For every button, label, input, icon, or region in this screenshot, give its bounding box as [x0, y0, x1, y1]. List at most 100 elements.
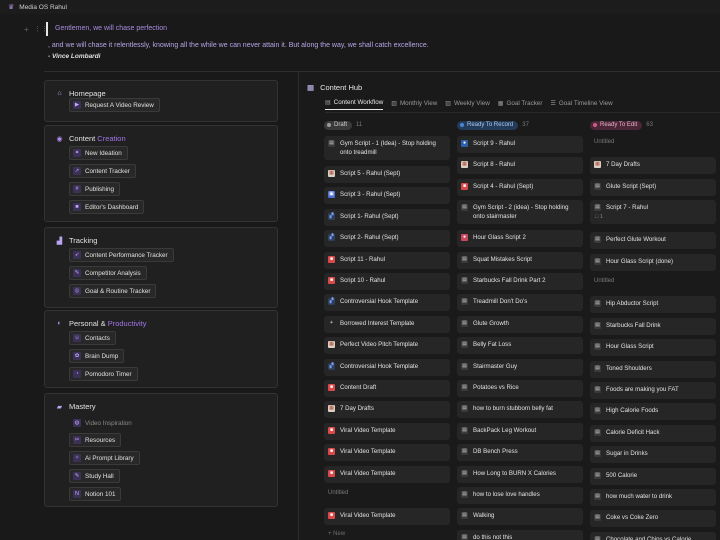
sidebar-item-contacts[interactable]: ☺ Contacts	[69, 331, 116, 345]
sidebar-item-new-ideation[interactable]: ✦ New Ideation	[69, 146, 128, 160]
content-title-accent: Creation	[97, 134, 126, 143]
ai-icon: ✧	[73, 454, 81, 462]
board-card[interactable]: ▤ Toned Shoulders	[590, 360, 716, 378]
board-card[interactable]: ■ Viral Video Template	[324, 465, 450, 483]
board-card[interactable]: ▤ Squat Mistakes Script	[457, 251, 583, 269]
board-card[interactable]: ▦ Perfect Video Pitch Template	[324, 337, 450, 355]
column-header[interactable]: Draft 11	[324, 120, 450, 130]
board-card[interactable]: ▤ Coke vs Coke Zero	[590, 510, 716, 528]
new-card-button[interactable]: + New	[328, 531, 345, 537]
board-card[interactable]: ▣ Script 3 - Rahul (Sept)	[324, 187, 450, 205]
board-card[interactable]: ▤ DB Bench Press	[457, 444, 583, 462]
sidebar-item-competitor-analysis[interactable]: ✎ Competitor Analysis	[69, 266, 147, 280]
board-card[interactable]: ▦ Script 5 - Rahul (Sept)	[324, 166, 450, 183]
tab-monthly-view[interactable]: ▥ Monthly View	[391, 99, 437, 110]
board-card[interactable]: ▤ Glute Growth	[457, 315, 583, 333]
board-card[interactable]: ■ Script 10 - Rahul	[324, 273, 450, 290]
board-card[interactable]: ▞ Controversial Hook Template	[324, 294, 450, 312]
board-card[interactable]: ▤ Starbucks Fall Drink	[590, 317, 716, 335]
board-card[interactable]: ▤ Gym Script - 2 (idea) - Stop holding on…	[457, 200, 583, 225]
mastery-heading[interactable]: ▰ Mastery	[55, 402, 96, 411]
sidebar-item-goal-routine-tracker[interactable]: ◎ Goal & Routine Tracker	[69, 284, 157, 298]
board-card[interactable]: ✦ Borrowed Interest Template	[324, 315, 450, 333]
calendar-grid-icon: ▦	[307, 83, 315, 92]
content-creation-heading[interactable]: ◉ Content Creation	[55, 134, 126, 143]
board-card[interactable]: ▤ Hour Glass Script	[590, 339, 716, 357]
board-card[interactable]: ▤ Calorie Deficit Hack	[590, 424, 716, 442]
board-card[interactable]: ▤ Hour Glass Script (done)	[590, 253, 716, 271]
column-header[interactable]: Ready To Edit 63	[590, 120, 716, 130]
untitled-card[interactable]: Untitled	[594, 278, 614, 284]
board-card[interactable]: ▤ how much water to drink	[590, 489, 716, 506]
board-card[interactable]: ▤ Walking	[457, 508, 583, 526]
sidebar-item-video-inspiration[interactable]: ◍ Video Inspiration	[69, 416, 138, 430]
board-card[interactable]: ▞ Controversial Hook Template	[324, 358, 450, 376]
board-card[interactable]: ■ Viral Video Template	[324, 422, 450, 440]
board-card[interactable]: ▤ do this not this	[457, 529, 583, 540]
sidebar-item-ai-prompt-library[interactable]: ✧ Ai Prompt Library	[69, 451, 140, 465]
sidebar-item-resources[interactable]: ✂ Resources	[69, 433, 122, 447]
board-card[interactable]: ▤ Potatoes vs Rice	[457, 380, 583, 397]
sidebar-item-notion-101[interactable]: N Notion 101	[69, 487, 122, 501]
board-card[interactable]: ▤ BackPack Leg Workout	[457, 422, 583, 440]
board-card[interactable]: ■ Viral Video Template	[324, 444, 450, 462]
sidebar-item-editors-dashboard[interactable]: ■ Editor's Dashboard	[69, 200, 145, 214]
board-card[interactable]: ▤ Gym Script - 1 (Idea) - Stop holding on…	[324, 136, 450, 160]
board-card[interactable]: ▦ 7 Day Drafts	[590, 157, 716, 175]
board-card[interactable]: ■ Script 4 - Rahul (Sept)	[457, 178, 583, 196]
card-title: 7 Day Drafts	[340, 405, 374, 413]
add-block-icon[interactable]: +	[24, 25, 29, 34]
board-card[interactable]: ▤ Stairmaster Guy	[457, 358, 583, 376]
personal-productivity-heading[interactable]: ◐ Personal & Productivity	[55, 319, 146, 328]
tab-goal-tracker[interactable]: ▦ Goal Tracker	[498, 99, 543, 110]
board-card[interactable]: ▦ 7 Day Drafts	[324, 401, 450, 419]
sidebar-item-request-video-review[interactable]: ▶ Request A Video Review	[69, 98, 160, 112]
board-card[interactable]: ▤ Foods are making you FAT	[590, 382, 716, 399]
board-card[interactable]: ● Script 9 - Rahul	[457, 136, 583, 153]
board-card[interactable]: ▤ Glute Script (Sept)	[590, 178, 716, 196]
tab-content-workflow[interactable]: ▤ Content Workflow	[325, 99, 384, 110]
sidebar-item-label: Content Tracker	[85, 167, 130, 175]
board-card[interactable]: ▤ Hip Abductor Script	[590, 296, 716, 314]
homepage-heading[interactable]: ⌂ Homepage	[55, 89, 105, 98]
board-card[interactable]: ▤ Starbucks Fall Drink Part 2	[457, 273, 583, 290]
board-card[interactable]: ▤ how to burn stubborn belly fat	[457, 401, 583, 419]
board-card[interactable]: ▤ how to lose love handles	[457, 487, 583, 504]
sidebar-item-content-tracker[interactable]: ➚ Content Tracker	[69, 164, 136, 178]
mastery-card: ▰ Mastery ◍ Video Inspiration ✂ Resource…	[44, 393, 278, 507]
quote-line-1: Gentlemen, we will chase perfection	[55, 25, 168, 32]
tab-weekly-view[interactable]: ▥ Weekly View	[445, 99, 490, 110]
board-card[interactable]: ▤ Treadmill Don't Do's	[457, 294, 583, 312]
tracking-heading[interactable]: ▟ Tracking	[55, 236, 98, 245]
untitled-card[interactable]: Untitled	[594, 139, 614, 145]
content-hub-heading[interactable]: ▦ Content Hub	[307, 83, 362, 92]
board-card[interactable]: ▤ 500 Calorie	[590, 467, 716, 485]
sidebar-item-content-performance-tracker[interactable]: ➶ Content Performance Tracker	[69, 248, 174, 262]
tab-goal-timeline-view[interactable]: ☰ Goal Timeline View	[551, 99, 613, 110]
board-card[interactable]: ▤ High Calorie Foods	[590, 403, 716, 421]
card-title: DB Bench Press	[473, 448, 518, 456]
board-card[interactable]: ■ Script 11 - Rahul	[324, 251, 450, 269]
board-card[interactable]: ▦ Script 8 - Rahul	[457, 157, 583, 175]
sidebar-item-brain-dump[interactable]: ✿ Brain Dump	[69, 349, 125, 363]
rocket-icon: ➶	[73, 251, 81, 259]
board-card[interactable]: ▤ How Long to BURN X Calories	[457, 465, 583, 483]
column-header[interactable]: Ready To Record 37	[457, 120, 583, 130]
page-breadcrumb-title[interactable]: Media OS Rahul	[19, 4, 67, 11]
untitled-card[interactable]: Untitled	[328, 490, 348, 496]
board-card[interactable]: ● Hour Glass Script 2	[457, 230, 583, 248]
board-card[interactable]: ■ Content Draft	[324, 380, 450, 397]
doc-icon: ▤	[461, 448, 468, 456]
sidebar-item-pomodoro-timer[interactable]: ◔ Pomodoro Timer	[69, 367, 138, 381]
sidebar-item-publishing[interactable]: # Publishing	[69, 182, 121, 196]
board-card[interactable]: ▤ Perfect Glute Workout	[590, 232, 716, 250]
board-card[interactable]: ▤ Chocolate and Chips vs Calorie	[590, 531, 716, 540]
board-card[interactable]: ▤ Sugar in Drinks	[590, 446, 716, 464]
board-card[interactable]: ■ Viral Video Template	[324, 508, 450, 526]
board-card[interactable]: ▤ Script 7 - Rahul □ 1	[590, 200, 716, 225]
card-title: how to burn stubborn belly fat	[473, 405, 553, 413]
board-card[interactable]: ▞ Script 2- Rahul (Sept)	[324, 230, 450, 248]
sidebar-item-study-hall[interactable]: ✎ Study Hall	[69, 469, 120, 483]
board-card[interactable]: ▤ Belly Fat Loss	[457, 337, 583, 355]
board-card[interactable]: ▞ Script 1- Rahul (Sept)	[324, 208, 450, 226]
